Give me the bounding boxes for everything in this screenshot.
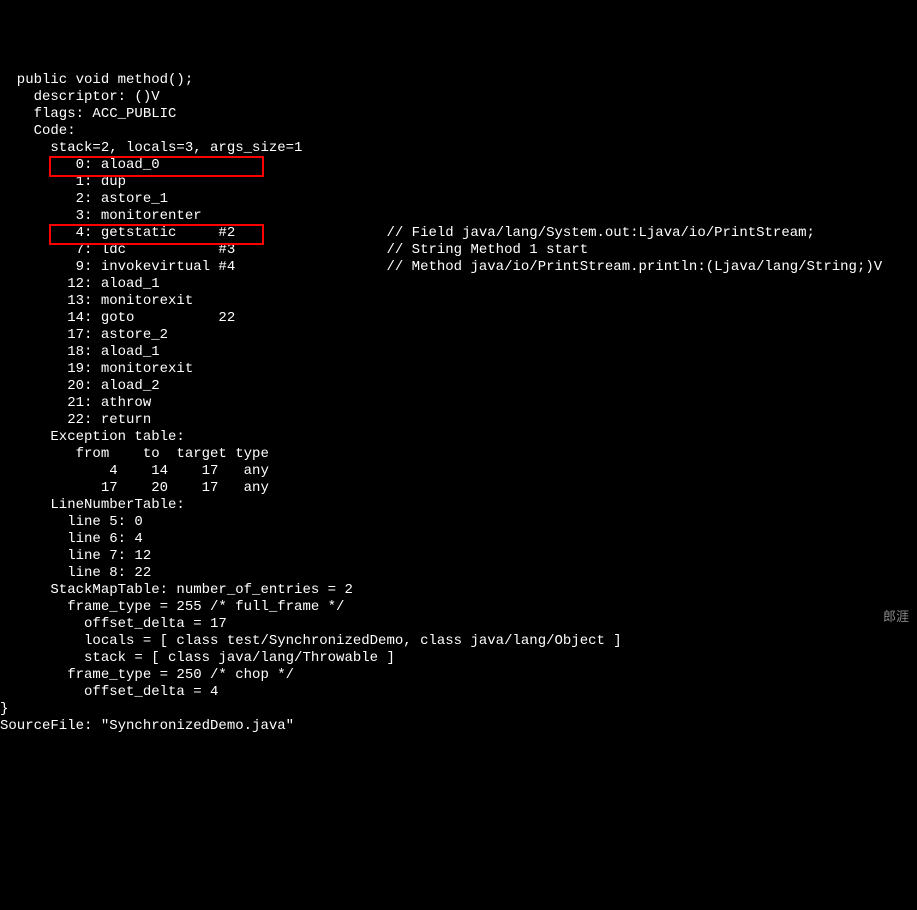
code-line: 9: invokevirtual #4 // Method java/io/Pr…: [0, 259, 917, 276]
code-line: 1: dup: [0, 174, 917, 191]
code-line: 4: getstatic #2 // Field java/lang/Syste…: [0, 225, 917, 242]
code-line: flags: ACC_PUBLIC: [0, 106, 917, 123]
code-line: line 6: 4: [0, 531, 917, 548]
bytecode-output: public void method(); descriptor: ()V fl…: [0, 70, 917, 735]
code-line: locals = [ class test/SynchronizedDemo, …: [0, 633, 917, 650]
code-line: LineNumberTable:: [0, 497, 917, 514]
code-line: 17: astore_2: [0, 327, 917, 344]
code-line: 3: monitorenter: [0, 208, 917, 225]
code-line: 17 20 17 any: [0, 480, 917, 497]
code-line: offset_delta = 4: [0, 684, 917, 701]
code-line: Exception table:: [0, 429, 917, 446]
code-line: public void method();: [0, 72, 917, 89]
code-line: from to target type: [0, 446, 917, 463]
code-line: SourceFile: "SynchronizedDemo.java": [0, 718, 917, 735]
code-line: 18: aload_1: [0, 344, 917, 361]
code-line: 20: aload_2: [0, 378, 917, 395]
code-line: line 5: 0: [0, 514, 917, 531]
code-line: 4 14 17 any: [0, 463, 917, 480]
code-line: frame_type = 250 /* chop */: [0, 667, 917, 684]
code-line: 2: astore_1: [0, 191, 917, 208]
code-line: line 7: 12: [0, 548, 917, 565]
watermark: 郎涯: [883, 609, 909, 625]
code-line: stack = [ class java/lang/Throwable ]: [0, 650, 917, 667]
code-line: offset_delta = 17: [0, 616, 917, 633]
code-line: 14: goto 22: [0, 310, 917, 327]
code-line: line 8: 22: [0, 565, 917, 582]
code-line: descriptor: ()V: [0, 89, 917, 106]
code-line: 19: monitorexit: [0, 361, 917, 378]
code-line: 13: monitorexit: [0, 293, 917, 310]
code-line: 21: athrow: [0, 395, 917, 412]
code-line: StackMapTable: number_of_entries = 2: [0, 582, 917, 599]
code-line: 12: aload_1: [0, 276, 917, 293]
code-line: 22: return: [0, 412, 917, 429]
code-line: }: [0, 701, 917, 718]
code-line: 7: ldc #3 // String Method 1 start: [0, 242, 917, 259]
code-line: 0: aload_0: [0, 157, 917, 174]
code-line: frame_type = 255 /* full_frame */: [0, 599, 917, 616]
code-line: stack=2, locals=3, args_size=1: [0, 140, 917, 157]
code-line: Code:: [0, 123, 917, 140]
